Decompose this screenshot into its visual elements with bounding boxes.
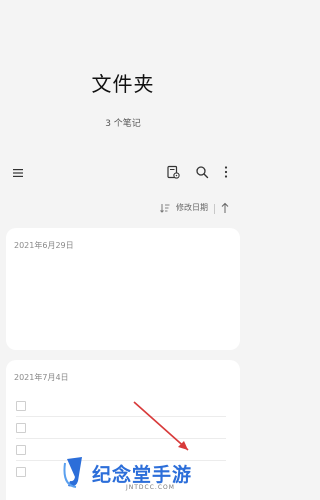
hamburger-menu-icon[interactable] — [12, 167, 24, 179]
divider — [214, 204, 215, 214]
watermark-url: JNTDCC.COM — [126, 484, 175, 491]
sort-label[interactable]: 修改日期 — [176, 202, 208, 213]
checkbox[interactable] — [16, 467, 26, 477]
note-count: 3 个笔记 — [105, 119, 141, 129]
note-card[interactable]: 2021年6月29日 — [6, 228, 240, 350]
note-date: 2021年6月29日 — [14, 241, 74, 250]
page-title: 文件夹 — [91, 72, 155, 96]
notebook-settings-icon[interactable] — [166, 165, 180, 179]
toolbar — [0, 162, 246, 184]
sort-icon[interactable] — [160, 203, 170, 213]
arrow-up-icon[interactable] — [220, 202, 230, 214]
search-icon[interactable] — [195, 165, 209, 179]
watermark-logo-icon — [63, 457, 82, 488]
more-vertical-icon[interactable] — [222, 165, 230, 179]
checkbox[interactable] — [16, 401, 26, 411]
annotation-arrow-icon — [133, 401, 189, 451]
checkbox[interactable] — [16, 423, 26, 433]
folder-header: 文件夹 3 个笔记 — [0, 0, 246, 150]
note-date: 2021年7月4日 — [14, 373, 69, 382]
sort-bar: 修改日期 — [0, 200, 246, 218]
watermark-title: 纪念堂手游 — [92, 464, 193, 486]
checkbox[interactable] — [16, 445, 26, 455]
